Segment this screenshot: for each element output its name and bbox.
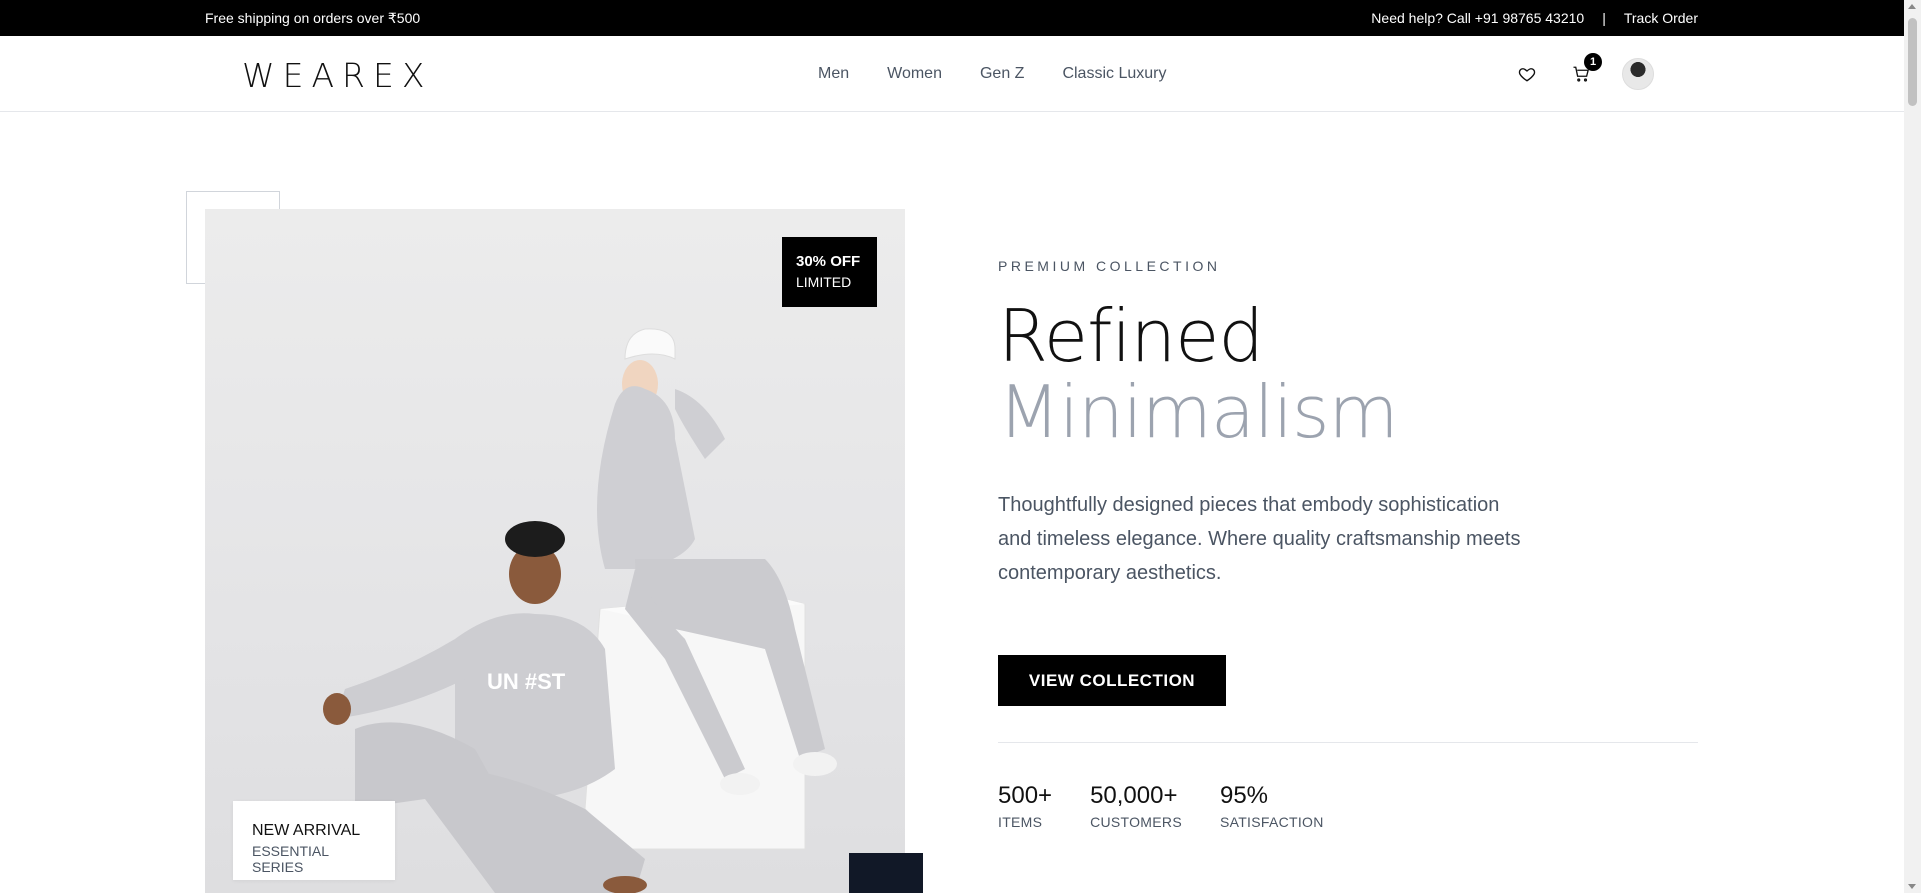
- new-arrival-card: NEW ARRIVAL ESSENTIAL SERIES: [233, 801, 395, 880]
- hero-image: UN #ST: [205, 209, 905, 893]
- stat-label: ITEMS: [998, 814, 1043, 830]
- hero-title-line1: Refined: [998, 294, 1264, 378]
- stat-value: 500+: [998, 782, 1053, 809]
- stat-satisfaction: 95% SATISFACTION: [1220, 782, 1324, 830]
- scroll-down-icon[interactable]: [1908, 884, 1916, 889]
- nav-item-gen-z[interactable]: Gen Z: [980, 65, 1024, 83]
- scrollbar-thumb[interactable]: [1908, 18, 1917, 106]
- hero-description: Thoughtfully designed pieces that embody…: [998, 494, 1521, 584]
- stat-label: SATISFACTION: [1219, 814, 1324, 830]
- nav-item-classic-luxury[interactable]: Classic Luxury: [1062, 65, 1166, 83]
- wishlist-button[interactable]: [1514, 61, 1540, 87]
- brand-logo[interactable]: WEAREX: [242, 56, 432, 95]
- nav-item-men[interactable]: Men: [818, 65, 849, 83]
- stat-label: CUSTOMERS: [1090, 814, 1182, 830]
- topbar-separator: |: [1602, 10, 1606, 26]
- main-nav: Men Women Gen Z Classic Luxury: [818, 65, 1166, 83]
- view-collection-button[interactable]: VIEW COLLECTION: [998, 655, 1226, 706]
- announcement-bar: Free shipping on orders over ₹500 Need h…: [0, 0, 1904, 36]
- help-phone: Need help? Call +91 98765 43210: [1371, 10, 1585, 26]
- avatar[interactable]: [1622, 58, 1654, 90]
- shipping-notice: Free shipping on orders over ₹500: [205, 10, 421, 26]
- sweatshirt-print-text: UN #ST: [487, 669, 566, 694]
- scroll-up-icon[interactable]: [1908, 4, 1916, 9]
- decorative-square: [849, 853, 923, 893]
- stats-row: 500+ ITEMS 50,000+ CUSTOMERS 95% SATISFA…: [998, 782, 1324, 830]
- site-header: WEAREX Men Women Gen Z Classic Luxury 1: [0, 36, 1904, 112]
- discount-percent: 30% OFF: [796, 253, 861, 270]
- divider: [998, 742, 1698, 743]
- stat-items: 500+ ITEMS: [998, 782, 1052, 830]
- stat-value: 50,000+: [1090, 782, 1178, 809]
- heart-icon: [1518, 68, 1536, 82]
- hero-title-line2: Minimalism: [998, 370, 1399, 454]
- discount-limited: LIMITED: [796, 274, 852, 290]
- nav-item-women[interactable]: Women: [887, 65, 942, 83]
- series-label: ESSENTIAL SERIES: [252, 843, 329, 875]
- cart-button[interactable]: 1: [1568, 53, 1602, 87]
- collection-eyebrow: PREMIUM COLLECTION: [998, 258, 1221, 274]
- discount-badge: 30% OFF LIMITED: [782, 237, 877, 307]
- cart-count-badge: 1: [1584, 53, 1602, 71]
- new-arrival-label: NEW ARRIVAL: [252, 822, 361, 839]
- topbar-right: Need help? Call +91 98765 43210 | Track …: [1371, 10, 1698, 26]
- page-scrollbar[interactable]: [1904, 0, 1921, 893]
- stat-value: 95%: [1219, 782, 1269, 809]
- stat-customers: 50,000+ CUSTOMERS: [1090, 782, 1182, 830]
- header-actions: 1: [1514, 53, 1654, 90]
- track-order-link[interactable]: Track Order: [1624, 10, 1698, 26]
- models-illustration: UN #ST: [323, 328, 837, 893]
